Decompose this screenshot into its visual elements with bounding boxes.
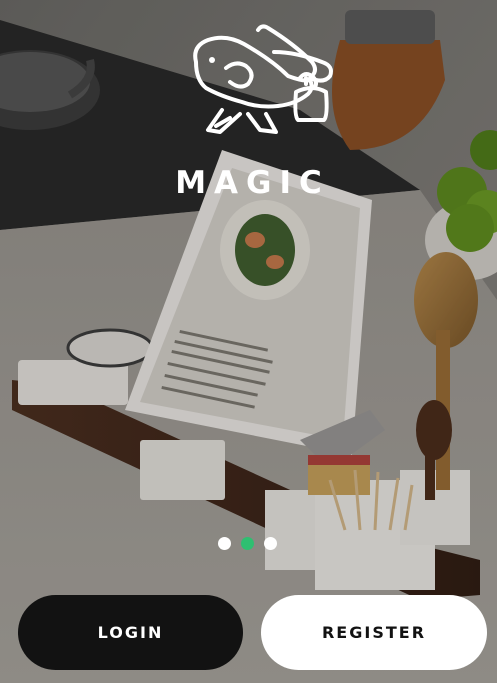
- brand-logo: MAGIC: [0, 22, 497, 201]
- page-dot-2-active[interactable]: [241, 537, 254, 550]
- rabbit-with-kettlebell-icon: [193, 24, 333, 134]
- register-button[interactable]: REGISTER: [261, 595, 487, 670]
- brand-name: MAGIC: [175, 165, 330, 201]
- page-indicator: [0, 537, 497, 551]
- onboarding-screen: MAGIC LOGIN REGISTER: [0, 0, 497, 683]
- page-dot-1[interactable]: [218, 537, 231, 550]
- page-dot-3[interactable]: [264, 537, 277, 550]
- login-button[interactable]: LOGIN: [18, 595, 243, 670]
